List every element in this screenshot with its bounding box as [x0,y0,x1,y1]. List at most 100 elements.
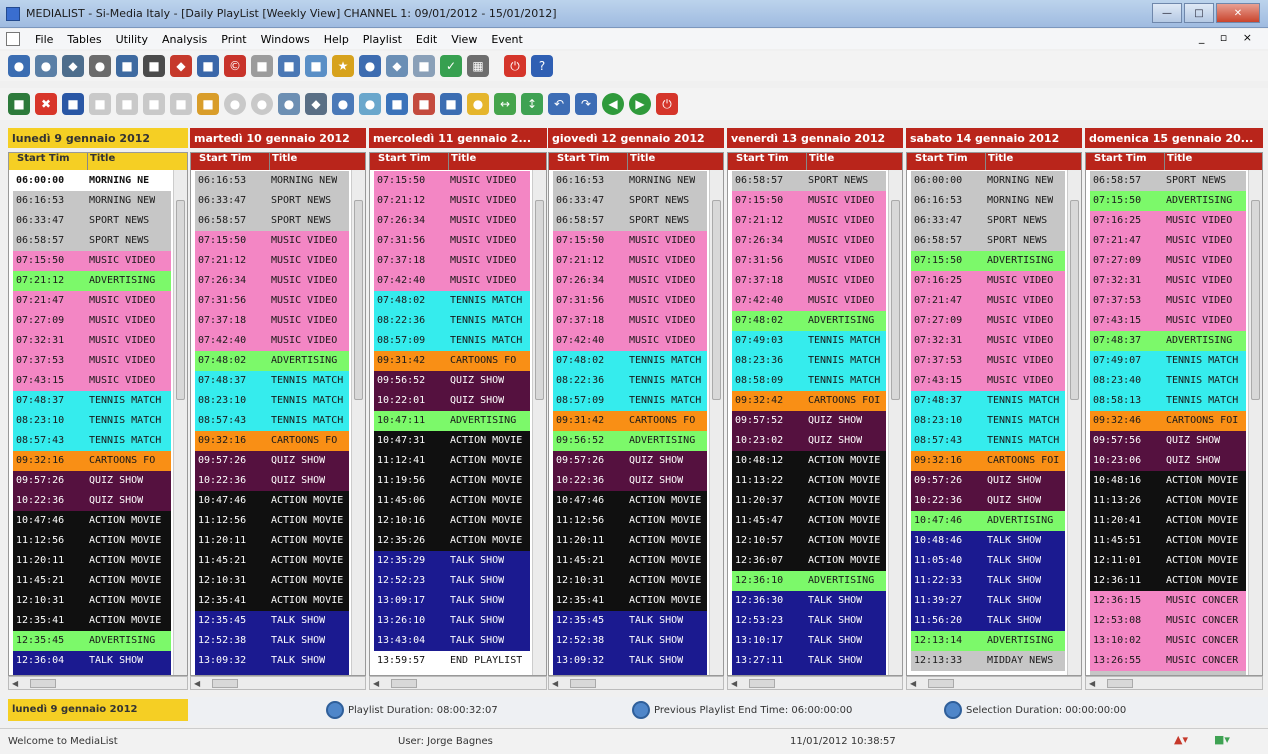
playlist-row[interactable]: 07:42:40 MUSIC VIDEO [732,291,886,311]
playlist-row[interactable]: 07:26:34 MUSIC VIDEO [195,271,349,291]
person-icon[interactable]: ● [467,93,489,115]
playlist-row[interactable]: 11:20:11 ACTION MOVIE [13,551,171,571]
playlist-row[interactable]: 07:31:56 MUSIC VIDEO [732,251,886,271]
playlist-row[interactable]: 07:27:09 MUSIC VIDEO [1090,251,1246,271]
playlist-row[interactable]: 12:52:38TALK SHOW [13,671,171,675]
playlist-row[interactable]: 07:21:12 MUSIC VIDEO [195,251,349,271]
playlist-row[interactable]: 12:13:33 MIDDAY NEWS [911,651,1065,671]
playlist-row[interactable]: 07:15:50 MUSIC VIDEO [374,171,530,191]
report-icon[interactable]: ■ [305,55,327,77]
day-header[interactable]: venerdì 13 gennaio 2012 [727,128,903,148]
maximize-button[interactable]: □ [1184,3,1214,23]
playlist-row[interactable]: 06:58:57 SPORT NEWS [553,211,707,231]
playlist-row[interactable]: 13:26:55 MUSIC CONCER [1090,651,1246,671]
playlist-row[interactable]: 11:22:33 TALK SHOW [911,571,1065,591]
playlist-row[interactable]: 09:56:52 ADVERTISING [553,431,707,451]
horizontal-scrollbar[interactable]: ◀ [727,676,903,690]
column-header-start-time[interactable]: Start Tim [9,153,87,170]
playlist-row[interactable]: 11:12:56 ACTION MOVIE [13,531,171,551]
column-header-start-time[interactable]: Start Tim [728,153,806,170]
playlist-row[interactable]: 10:47:46 ADVERTISING [911,511,1065,531]
undo-icon[interactable]: ↶ [548,93,570,115]
playlist-row[interactable]: 06:58:57 SPORT NEWS [13,231,171,251]
playlist-row[interactable]: 08:23:36 TENNIS MATCH [732,351,886,371]
menu-playlist[interactable]: Playlist [356,33,409,46]
playlist-row[interactable]: 13:43:49MIDDAY NEWS [1090,671,1246,675]
playlist-row[interactable]: 10:22:36 QUIZ SHOW [195,471,349,491]
playlist-row[interactable]: 13:26:10 TALK SHOW [374,611,530,631]
vertical-scrollbar[interactable] [1248,170,1262,675]
playlist-row[interactable]: 06:33:47 SPORT NEWS [911,211,1065,231]
network-icon[interactable]: ◆ [62,55,84,77]
playlist-row[interactable]: 13:09:17 TALK SHOW [374,591,530,611]
playlist-row[interactable]: 07:37:53 MUSIC VIDEO [1090,291,1246,311]
delete-icon[interactable]: ✖ [35,93,57,115]
people-icon[interactable]: ● [359,55,381,77]
column-header-title[interactable]: Title [448,153,476,170]
day-header[interactable]: lunedì 9 gennaio 2012 [8,128,188,148]
scroll-thumb[interactable] [891,200,900,400]
playlist-row[interactable]: 09:32:42 CARTOONS FOI [732,391,886,411]
playlist-row[interactable]: 11:20:41 ACTION MOVIE [1090,511,1246,531]
playlist-row[interactable]: 07:31:56 MUSIC VIDEO [195,291,349,311]
playlist-row[interactable]: 13:26:26TALK SHOW [195,671,349,675]
menu-edit[interactable]: Edit [409,33,444,46]
playlist-row[interactable]: 11:45:47 ACTION MOVIE [732,511,886,531]
horizontal-scrollbar[interactable]: ◀ [190,676,366,690]
horizontal-scrollbar[interactable]: ◀ [369,676,547,690]
column-header-start-time[interactable]: Start Tim [907,153,985,170]
playlist-row[interactable]: 07:26:34 MUSIC VIDEO [732,231,886,251]
vertical-scrollbar[interactable] [888,170,902,675]
playlist-row[interactable]: 11:13:26 ACTION MOVIE [1090,491,1246,511]
column-header-start-time[interactable]: Start Tim [191,153,269,170]
playlist-row[interactable]: 13:59:57 END PLAYLIST [374,651,530,671]
users-icon[interactable]: ● [8,55,30,77]
playlist-row[interactable]: 08:57:43 TENNIS MATCH [13,431,171,451]
export-status-icon[interactable]: ■▾ [1214,733,1248,751]
playlist-row[interactable]: 07:15:50 MUSIC VIDEO [732,191,886,211]
document-edit-icon[interactable]: ■ [251,55,273,77]
playlist-row[interactable]: 12:35:41 ACTION MOVIE [553,591,707,611]
playlist-row[interactable]: 07:37:53 MUSIC VIDEO [13,351,171,371]
playlist-row[interactable]: 12:52:38TALK SHOW [195,631,349,651]
playlist-row[interactable]: 07:21:47 MUSIC VIDEO [1090,231,1246,251]
playlist-row[interactable]: 07:37:18 MUSIC VIDEO [374,251,530,271]
playlist-row[interactable]: 07:42:40 MUSIC VIDEO [374,271,530,291]
playlist-row[interactable]: 09:32:16 CARTOONS FO [195,431,349,451]
scroll-thumb[interactable] [570,678,597,688]
scroll-thumb[interactable] [391,678,418,688]
playlist-row[interactable]: 11:45:51 ACTION MOVIE [1090,531,1246,551]
column-header-title[interactable]: Title [269,153,297,170]
menu-utility[interactable]: Utility [109,33,155,46]
column-header-title[interactable]: Title [806,153,834,170]
scroll-thumb[interactable] [712,200,721,400]
playlist-row[interactable]: 11:13:22 ACTION MOVIE [732,471,886,491]
menu-print[interactable]: Print [214,33,253,46]
split-icon[interactable]: ↕ [521,93,543,115]
playlist-row[interactable]: 10:23:06 QUIZ SHOW [1090,451,1246,471]
playlist-row[interactable]: 13:43:04 TALK SHOW [374,631,530,651]
playlist-row[interactable]: 12:10:57 ACTION MOVIE [732,531,886,551]
playlist-row[interactable]: 08:58:13 TENNIS MATCH [1090,391,1246,411]
playlist-row[interactable]: 07:48:02 ADVERTISING [732,311,886,331]
playlist-row[interactable]: 07:15:50 MUSIC VIDEO [195,231,349,251]
media-icon[interactable]: ● [89,55,111,77]
menu-windows[interactable]: Windows [254,33,317,46]
playlist-row[interactable]: 07:37:18 MUSIC VIDEO [195,311,349,331]
playlist-row[interactable]: 11:56:20 TALK SHOW [911,611,1065,631]
playlist-row[interactable]: 07:48:37 ADVERTISING [1090,331,1246,351]
playlist-row[interactable]: 09:57:56 QUIZ SHOW [1090,431,1246,451]
playlist-row[interactable]: 06:58:57 SPORT NEWS [911,231,1065,251]
previous-icon[interactable]: ◀ [602,93,624,115]
playlist-row[interactable]: 07:21:47 MUSIC VIDEO [13,291,171,311]
playlist-row[interactable]: 12:35:29 TALK SHOW [374,551,530,571]
folder-icon[interactable]: ■ [116,55,138,77]
playlist-row[interactable]: 12:53:23 TALK SHOW [732,611,886,631]
scroll-left-arrow[interactable]: ◀ [1089,679,1095,688]
playlist-row[interactable]: 11:20:37 ACTION MOVIE [732,491,886,511]
playlist-row[interactable]: 08:23:10 TENNIS MATCH [911,411,1065,431]
playlist-row[interactable]: 11:45:06 ACTION MOVIE [374,491,530,511]
playlist-row[interactable]: 13:09:32 TALK SHOW [553,651,707,671]
playlist-row[interactable]: 10:22:36 QUIZ SHOW [911,491,1065,511]
playlist-row[interactable]: 07:15:50 MUSIC VIDEO [553,231,707,251]
